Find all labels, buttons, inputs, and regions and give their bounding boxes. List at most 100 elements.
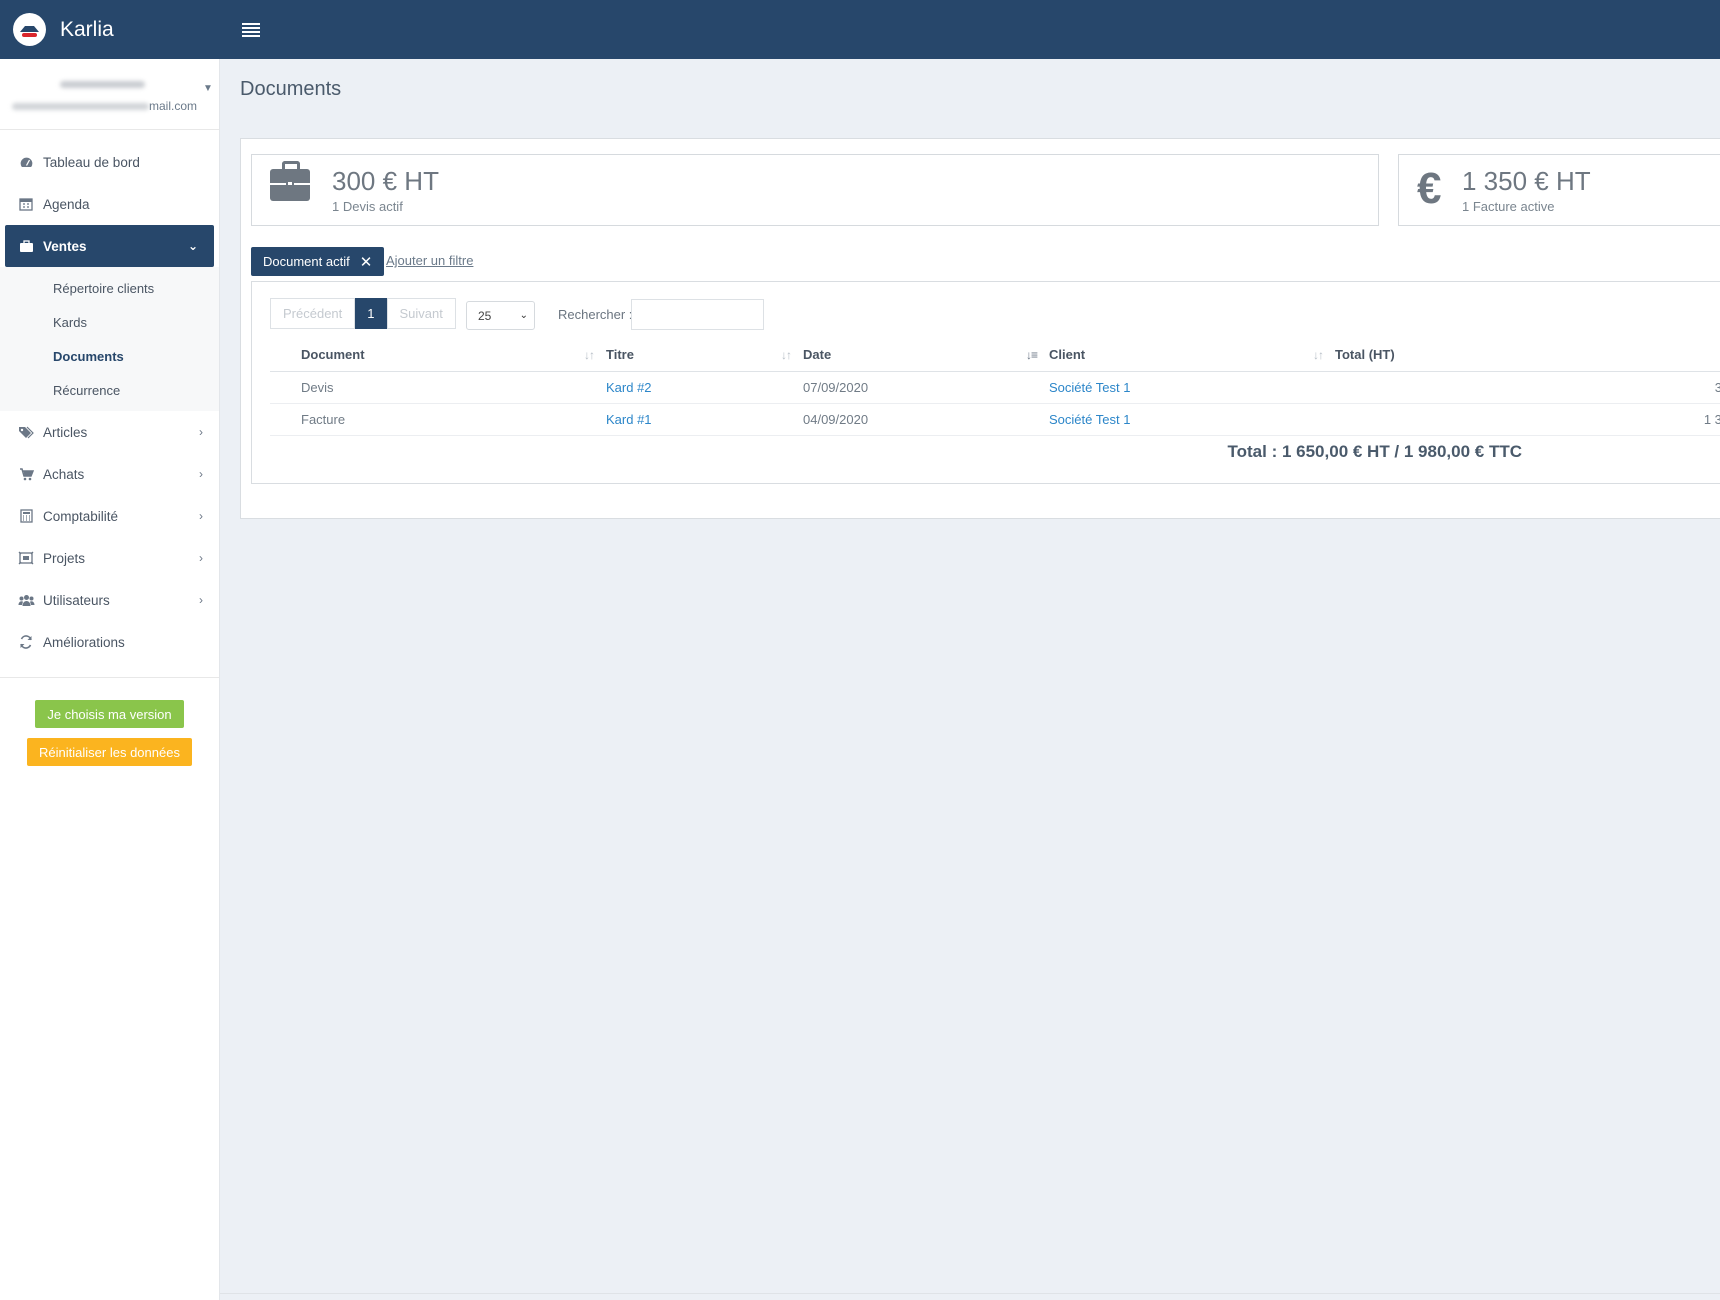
sidebar-item-label: Tableau de bord	[43, 154, 140, 170]
sidebar-item-articles[interactable]: Articles ›	[0, 411, 219, 453]
sidebar-item-label: Utilisateurs	[43, 592, 110, 608]
sort-icon: ↓↑	[1313, 348, 1324, 362]
table-row[interactable]: Facture Kard #1 04/09/2020 Société Test …	[270, 403, 1720, 436]
cell-total: 300,	[1335, 371, 1720, 404]
chevron-right-icon: ›	[199, 593, 203, 607]
search-input[interactable]	[631, 299, 764, 330]
top-bar: Karlia	[0, 0, 1720, 59]
sidebar-item-label: Articles	[43, 424, 88, 440]
per-page-select[interactable]: 25 ⌄	[466, 301, 535, 330]
submenu-item-documents[interactable]: Documents	[0, 339, 219, 373]
column-header-titre[interactable]: Titre ↓↑	[606, 339, 803, 372]
documents-panel: 300 € HT 1 Devis actif € 1 350 € HT 1 Fa…	[240, 138, 1720, 519]
sidebar-nav: Tableau de bord Agenda Ventes ⌄ Répertoi…	[0, 130, 219, 663]
per-page-value: 25	[478, 308, 492, 323]
cell-document: Facture	[270, 403, 606, 436]
submenu-item-repertoire-clients[interactable]: Répertoire clients	[0, 271, 219, 305]
stat-card-facture[interactable]: € 1 350 € HT 1 Facture active	[1398, 154, 1720, 226]
euro-icon: €	[1417, 164, 1442, 213]
sidebar-item-label: Achats	[43, 466, 85, 482]
table-total: Total : 1 650,00 € HT / 1 980,00 € TTC	[1227, 442, 1522, 461]
cell-titre-link[interactable]: Kard #1	[606, 403, 803, 436]
tags-icon	[17, 425, 35, 439]
briefcase-icon	[17, 239, 35, 253]
user-email-suffix: mail.com	[149, 99, 198, 113]
sidebar-item-tableau-de-bord[interactable]: Tableau de bord	[0, 141, 219, 183]
blurred-user-name	[60, 81, 145, 88]
sidebar: mail.com ▼ Tableau de bord Agenda Ventes…	[0, 59, 220, 1300]
brand[interactable]: Karlia	[0, 0, 220, 59]
sidebar-item-projets[interactable]: Projets ›	[0, 537, 219, 579]
documents-table-box: Précédent 1 Suivant 25 ⌄ Rechercher : Do…	[251, 281, 1720, 484]
column-header-total[interactable]: Total (HT)	[1335, 339, 1720, 372]
ventes-submenu: Répertoire clients Kards Documents Récur…	[0, 267, 219, 411]
blurred-user-email	[12, 103, 149, 110]
header-label: Total (HT)	[1335, 347, 1395, 363]
chevron-right-icon: ›	[199, 551, 203, 565]
chevron-right-icon: ›	[199, 425, 203, 439]
documents-table: Document ↓↑ Titre ↓↑ Date ↓≡ Client ↓↑ Total…	[270, 339, 1720, 436]
filter-chip-label: Document actif	[263, 254, 350, 269]
chevron-down-icon: ⌄	[187, 239, 198, 253]
cell-total: 1 350,	[1335, 403, 1720, 436]
main-content: Documents 300 € HT 1 Devis actif € 1 350…	[220, 59, 1720, 1300]
stat-amount: 1 350 € HT	[1462, 166, 1591, 196]
stat-label: 1 Devis actif	[332, 199, 403, 214]
chevron-right-icon: ›	[199, 467, 203, 481]
briefcase-icon	[270, 161, 310, 201]
reset-data-button[interactable]: Réinitialiser les données	[27, 738, 192, 766]
close-icon[interactable]: ✕	[360, 253, 373, 271]
pagination-previous-button[interactable]: Précédent	[270, 298, 356, 329]
pagination: Précédent 1 Suivant	[270, 298, 456, 329]
chevron-right-icon: ›	[199, 509, 203, 523]
sidebar-item-agenda[interactable]: Agenda	[0, 183, 219, 225]
choose-version-button[interactable]: Je choisis ma version	[35, 700, 184, 728]
stat-amount: 300 € HT	[332, 166, 439, 196]
column-header-client[interactable]: Client ↓↑	[1049, 339, 1335, 372]
sidebar-item-utilisateurs[interactable]: Utilisateurs ›	[0, 579, 219, 621]
search-label: Rechercher :	[558, 307, 633, 322]
cell-document: Devis	[270, 371, 606, 404]
page-title: Documents	[240, 78, 342, 100]
active-filter-chip[interactable]: Document actif ✕	[251, 247, 385, 276]
hamburger-menu-icon[interactable]	[242, 22, 260, 37]
pagination-next-button[interactable]: Suivant	[386, 298, 456, 329]
refresh-icon	[17, 635, 35, 649]
brand-name: Karlia	[60, 17, 114, 41]
caret-down-icon[interactable]: ▼	[203, 83, 213, 94]
sidebar-item-ameliorations[interactable]: Améliorations	[0, 621, 219, 663]
column-header-document[interactable]: Document ↓↑	[270, 339, 606, 372]
cell-client-link[interactable]: Société Test 1	[1049, 371, 1335, 404]
sidebar-item-label: Améliorations	[43, 634, 125, 650]
sidebar-item-label: Agenda	[43, 196, 90, 212]
cell-titre-link[interactable]: Kard #2	[606, 371, 803, 404]
user-panel[interactable]: mail.com ▼	[0, 59, 219, 130]
column-header-date[interactable]: Date ↓≡	[803, 339, 1049, 372]
sort-icon: ↓↑	[584, 348, 595, 362]
footer-divider	[220, 1293, 1720, 1294]
cart-icon	[17, 467, 35, 481]
karlia-logo-icon	[13, 13, 46, 46]
sidebar-item-label: Comptabilité	[43, 508, 119, 524]
table-row[interactable]: Devis Kard #2 07/09/2020 Société Test 1 …	[270, 371, 1720, 404]
submenu-item-recurrence[interactable]: Récurrence	[0, 373, 219, 407]
cell-date: 04/09/2020	[803, 403, 1049, 436]
dashboard-icon	[17, 155, 35, 169]
sidebar-item-achats[interactable]: Achats ›	[0, 453, 219, 495]
sidebar-item-label: Projets	[43, 550, 86, 566]
calendar-icon	[17, 197, 35, 211]
sidebar-item-ventes[interactable]: Ventes ⌄	[5, 225, 214, 267]
stat-card-devis[interactable]: 300 € HT 1 Devis actif	[251, 154, 1379, 226]
users-icon	[17, 593, 35, 607]
calculator-icon	[17, 509, 35, 523]
header-label: Client	[1049, 347, 1086, 363]
sidebar-item-comptabilite[interactable]: Comptabilité ›	[0, 495, 219, 537]
table-header-row: Document ↓↑ Titre ↓↑ Date ↓≡ Client ↓↑ Total…	[270, 339, 1720, 372]
header-label: Document	[301, 347, 365, 363]
submenu-item-kards[interactable]: Kards	[0, 305, 219, 339]
add-filter-link[interactable]: Ajouter un filtre	[386, 253, 473, 268]
cell-client-link[interactable]: Société Test 1	[1049, 403, 1335, 436]
cell-date: 07/09/2020	[803, 371, 1049, 404]
chevron-down-icon: ⌄	[519, 310, 528, 321]
pagination-page-button[interactable]: 1	[355, 298, 387, 329]
